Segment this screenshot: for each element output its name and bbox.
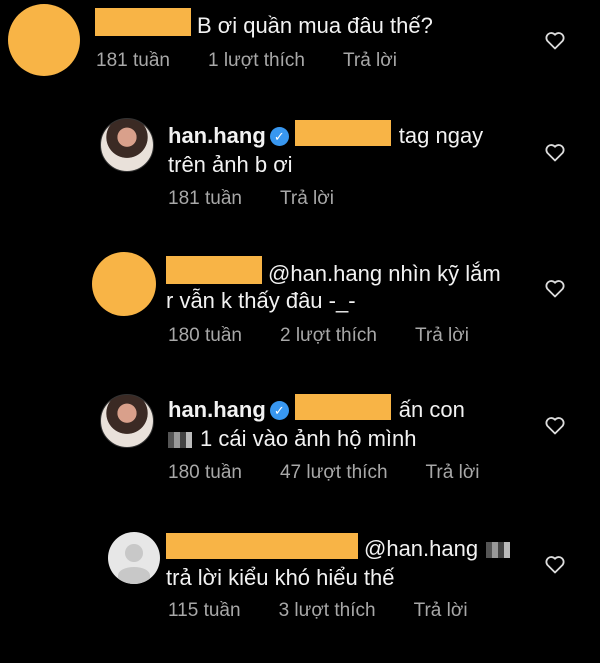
username[interactable]: han.hang xyxy=(168,397,266,422)
pixelated-emoji xyxy=(486,542,511,558)
redacted-username[interactable] xyxy=(166,256,262,284)
verified-badge-icon: ✓ xyxy=(269,127,289,146)
heart-icon[interactable] xyxy=(543,140,567,164)
heart-icon[interactable] xyxy=(543,413,567,437)
redacted-mention[interactable] xyxy=(294,394,391,420)
likes-count[interactable]: 47 lượt thích xyxy=(280,462,388,483)
comment-meta: 181 tuần 1 lượt thích Trả lời xyxy=(96,50,397,72)
avatar[interactable] xyxy=(8,4,80,76)
verified-badge-icon: ✓ xyxy=(269,401,289,420)
heart-icon[interactable] xyxy=(543,276,567,300)
redacted-mention[interactable] xyxy=(294,120,391,146)
timestamp: 115 tuần xyxy=(168,600,241,621)
comment-text-line-2: r vẫn k thấy đâu -_- xyxy=(166,288,356,313)
timestamp: 180 tuần xyxy=(168,325,242,346)
comment-text: B ơi quần mua đâu thế? xyxy=(95,8,433,41)
timestamp: 181 tuần xyxy=(168,188,242,209)
redacted-username[interactable] xyxy=(166,533,358,559)
likes-count[interactable]: 1 lượt thích xyxy=(208,50,305,71)
comment-meta: 115 tuần 3 lượt thích Trả lời xyxy=(168,600,468,622)
likes-count[interactable]: 3 lượt thích xyxy=(279,600,376,621)
avatar[interactable] xyxy=(100,118,154,172)
comment-text: @han.hang xyxy=(166,533,511,564)
redacted-username[interactable] xyxy=(95,8,191,36)
comment-meta: 181 tuần Trả lời xyxy=(168,188,334,210)
likes-count[interactable]: 2 lượt thích xyxy=(280,325,377,346)
avatar[interactable] xyxy=(92,252,156,316)
reply-button[interactable]: Trả lời xyxy=(415,325,469,346)
username[interactable]: han.hang xyxy=(168,123,266,148)
comment-text: han.hang ✓ ấn con xyxy=(168,394,465,425)
reply-button[interactable]: Trả lời xyxy=(343,50,397,71)
reply-button[interactable]: Trả lời xyxy=(414,600,468,621)
comment-text: @han.hang nhìn kỹ lắm xyxy=(166,256,501,289)
pixelated-emoji xyxy=(168,432,192,448)
heart-icon[interactable] xyxy=(543,28,567,52)
comment-text: han.hang ✓ tag ngay xyxy=(168,120,483,151)
avatar[interactable] xyxy=(100,394,154,448)
comment-text-line-2: trên ảnh b ơi xyxy=(168,152,293,177)
comment-text-line-2: 1 cái vào ảnh hộ mình xyxy=(168,424,416,454)
comment-meta: 180 tuần 47 lượt thích Trả lời xyxy=(168,462,480,484)
reply-button[interactable]: Trả lời xyxy=(280,188,334,209)
timestamp: 180 tuần xyxy=(168,462,242,483)
reply-button[interactable]: Trả lời xyxy=(426,462,480,483)
heart-icon[interactable] xyxy=(543,552,567,576)
comment-meta: 180 tuần 2 lượt thích Trả lời xyxy=(168,325,469,347)
comment-text-line-2: trả lời kiểu khó hiểu thế xyxy=(166,565,395,590)
timestamp: 181 tuần xyxy=(96,50,170,71)
default-avatar-icon[interactable] xyxy=(108,532,160,584)
